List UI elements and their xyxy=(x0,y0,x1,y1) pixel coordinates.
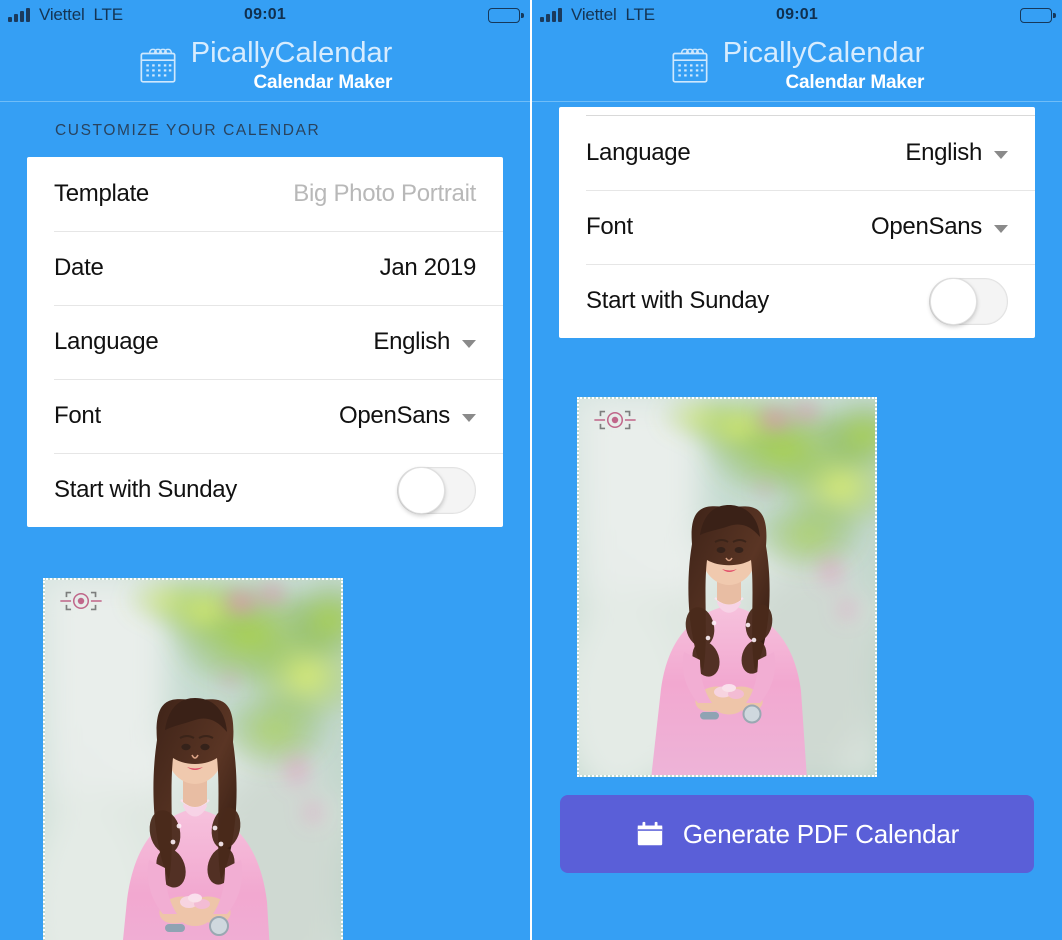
setting-value: Jan 2019 xyxy=(379,254,477,281)
start-with-sunday-toggle[interactable] xyxy=(929,277,1008,325)
photo-preview[interactable] xyxy=(577,397,877,777)
signal-strength-icon xyxy=(8,8,30,22)
battery-icon xyxy=(488,7,524,23)
signal-strength-icon xyxy=(540,8,562,22)
dual-screenshot-container: Viettel LTE 09:01 PicallyCalendar Calend… xyxy=(0,0,1062,940)
setting-label: Language xyxy=(54,328,159,355)
camera-icon xyxy=(60,591,102,611)
setting-row-font[interactable]: Font OpenSans xyxy=(559,190,1035,264)
carrier-label: Viettel xyxy=(571,5,617,24)
app-subtitle: Calendar Maker xyxy=(253,72,393,93)
network-type-label: LTE xyxy=(625,5,656,24)
setting-value-wrap: OpenSans xyxy=(871,213,1008,241)
setting-value: OpenSans xyxy=(338,402,450,429)
status-bar: Viettel LTE 09:01 xyxy=(532,0,1062,30)
chevron-down-icon[interactable] xyxy=(994,150,1008,159)
status-bar: Viettel LTE 09:01 xyxy=(0,0,530,30)
status-bar-right xyxy=(488,7,524,23)
photo-image xyxy=(45,580,341,940)
photo-preview[interactable] xyxy=(43,578,343,940)
settings-card: Template Big Photo Portrait Date Jan 201… xyxy=(27,157,503,527)
toggle-knob xyxy=(930,277,977,325)
calendar-icon xyxy=(140,48,176,83)
setting-row-language[interactable]: Language English xyxy=(559,116,1035,190)
camera-icon xyxy=(594,410,636,430)
chevron-down-icon[interactable] xyxy=(462,339,476,348)
calendar-icon xyxy=(672,48,708,83)
settings-card: Language English Font OpenSans Start wit… xyxy=(559,107,1035,338)
app-header: PicallyCalendar Calendar Maker xyxy=(0,30,530,102)
setting-value-wrap: English xyxy=(905,139,1008,167)
setting-row-start-with-sunday[interactable]: Start with Sunday xyxy=(27,453,503,527)
app-title: PicallyCalendar xyxy=(722,37,925,69)
setting-label: Font xyxy=(586,213,633,240)
setting-label: Language xyxy=(586,139,691,166)
calendar-icon xyxy=(637,821,663,846)
chevron-down-icon[interactable] xyxy=(994,224,1008,233)
app-header: PicallyCalendar Calendar Maker xyxy=(532,30,1062,102)
battery-icon xyxy=(1020,7,1056,23)
section-title: CUSTOMIZE YOUR CALENDAR xyxy=(55,122,321,139)
left-phone-screen: Viettel LTE 09:01 PicallyCalendar Calend… xyxy=(0,0,531,940)
setting-value: English xyxy=(373,328,450,355)
setting-row-font[interactable]: Font OpenSans xyxy=(27,379,503,453)
generate-button-label: Generate PDF Calendar xyxy=(682,818,960,849)
brand-block: PicallyCalendar Calendar Maker xyxy=(722,37,925,93)
status-bar-left: Viettel LTE xyxy=(8,5,123,25)
setting-label: Start with Sunday xyxy=(586,287,769,314)
right-phone-screen: Viettel LTE 09:01 PicallyCalendar Calend… xyxy=(531,0,1062,940)
status-bar-left: Viettel LTE xyxy=(540,5,655,25)
setting-value: Big Photo Portrait xyxy=(293,180,476,207)
setting-value: OpenSans xyxy=(870,213,982,240)
network-type-label: LTE xyxy=(93,5,124,24)
setting-value: English xyxy=(905,139,982,166)
toggle-knob xyxy=(398,466,445,514)
app-title: PicallyCalendar xyxy=(190,37,393,69)
card-top-divider xyxy=(559,107,1035,116)
start-with-sunday-toggle[interactable] xyxy=(397,466,476,514)
setting-row-language[interactable]: Language English xyxy=(27,305,503,379)
setting-row-date[interactable]: Date Jan 2019 xyxy=(27,231,503,305)
photo-image xyxy=(579,399,875,775)
setting-label: Start with Sunday xyxy=(54,476,237,503)
setting-label: Font xyxy=(54,402,101,429)
setting-value-wrap: English xyxy=(373,328,476,356)
setting-label: Template xyxy=(54,180,149,207)
carrier-label: Viettel xyxy=(39,5,85,24)
setting-row-template[interactable]: Template Big Photo Portrait xyxy=(27,157,503,231)
brand-block: PicallyCalendar Calendar Maker xyxy=(190,37,393,93)
app-subtitle: Calendar Maker xyxy=(785,72,925,93)
chevron-down-icon[interactable] xyxy=(462,413,476,422)
setting-row-start-with-sunday[interactable]: Start with Sunday xyxy=(559,264,1035,338)
setting-value-wrap: OpenSans xyxy=(339,402,476,430)
generate-pdf-calendar-button[interactable]: Generate PDF Calendar xyxy=(560,795,1034,873)
setting-label: Date xyxy=(54,254,104,281)
status-bar-right xyxy=(1020,7,1056,23)
